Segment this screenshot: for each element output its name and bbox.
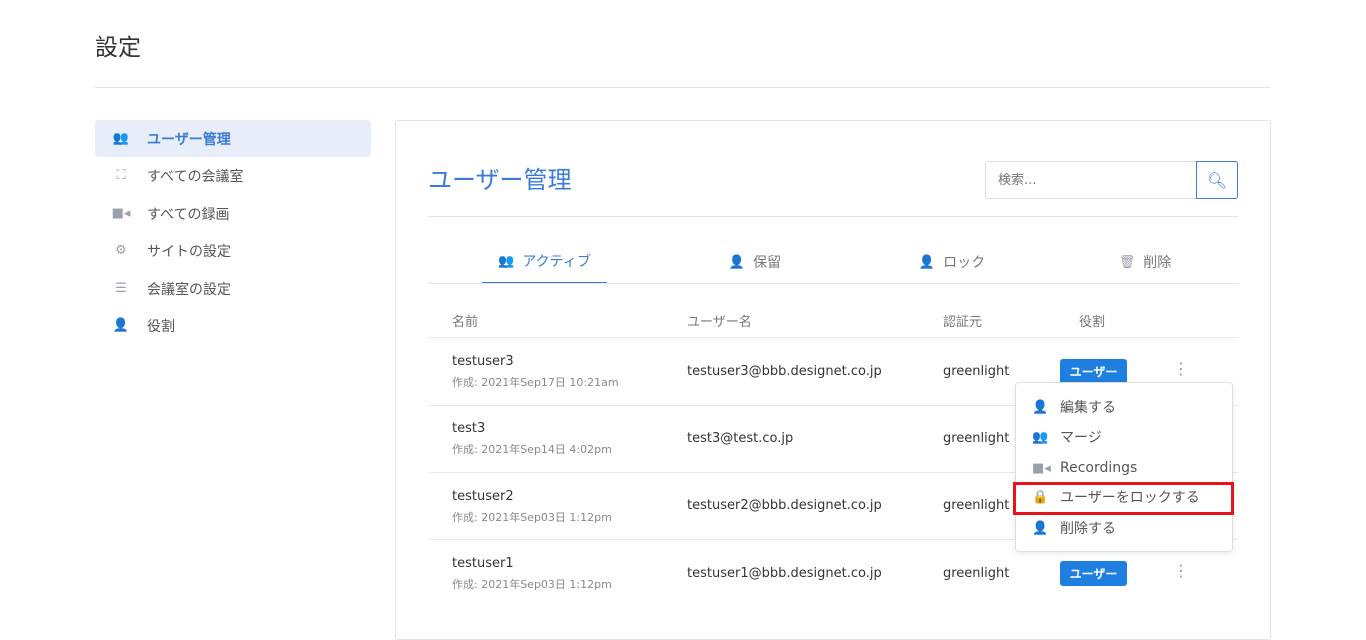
- menu-item-label: Recordings: [1060, 460, 1138, 476]
- divider: [95, 87, 1270, 88]
- column-header-username: ユーザー名: [687, 315, 752, 330]
- users-icon: 👥: [498, 253, 515, 269]
- user-name: testuser1: [452, 556, 514, 571]
- sidebar-item-all-recordings[interactable]: ■◂ すべての録画: [95, 195, 371, 232]
- tab-label: ロック: [943, 255, 986, 271]
- created-date: 作成: 2021年Sep17日 10:21am: [452, 376, 619, 389]
- tab-pending[interactable]: 👤 保留: [700, 240, 810, 284]
- sidebar-item-label: サイトの設定: [147, 243, 231, 260]
- created-date: 作成: 2021年Sep03日 1:12pm: [452, 578, 612, 591]
- menu-item-label: 削除する: [1060, 521, 1116, 537]
- search-button[interactable]: 🔍︎: [1196, 161, 1238, 199]
- divider: [428, 283, 1238, 284]
- menu-item-edit[interactable]: 👤 編集する: [1032, 392, 1116, 422]
- column-header-provider: 認証元: [943, 315, 983, 330]
- sidebar-item-label: すべての録画: [147, 206, 230, 223]
- provider: greenlight: [943, 364, 1010, 379]
- trash-icon: 🗑: [1118, 254, 1136, 270]
- user-clock-icon: 👤: [728, 254, 746, 270]
- menu-item-label: 編集する: [1060, 400, 1116, 416]
- users-icon: 👥: [112, 131, 130, 146]
- menu-item-label: マージ: [1060, 430, 1102, 446]
- username: testuser2@bbb.designet.co.jp: [687, 498, 882, 513]
- sidebar-item-label: すべての会議室: [147, 168, 244, 185]
- sidebar-item-label: ユーザー管理: [147, 131, 231, 148]
- table-row: testuser1 作成: 2021年Sep03日 1:12pm: [452, 556, 612, 592]
- table-row: testuser2 作成: 2021年Sep03日 1:12pm: [452, 489, 612, 525]
- user-edit-icon: 👤: [1032, 399, 1049, 415]
- highlight-box: [1013, 482, 1234, 515]
- created-date: 作成: 2021年Sep14日 4:02pm: [452, 443, 612, 456]
- sliders-icon: ☰: [115, 281, 127, 296]
- divider: [428, 337, 1238, 338]
- user-name: testuser2: [452, 489, 514, 504]
- sidebar-item-roles[interactable]: 👤 役割: [95, 307, 371, 344]
- sidebar-item-label: 会議室の設定: [147, 281, 231, 298]
- sidebar-item-all-rooms[interactable]: ⛶ すべての会議室: [95, 157, 371, 194]
- tab-label: アクティブ: [522, 254, 591, 270]
- divider: [428, 216, 1238, 217]
- sidebar-item-user-management[interactable]: 👥 ユーザー管理: [95, 120, 371, 157]
- tab-active[interactable]: 👥 アクティブ: [482, 240, 607, 284]
- user-minus-icon: 👤: [1032, 520, 1049, 536]
- user-actions-menu: 👤 編集する 👥 マージ ■◂ Recordings 🔒 ユーザーをロックする 👤 削除す…: [1015, 382, 1233, 552]
- menu-item-delete[interactable]: 👤 削除する: [1032, 513, 1116, 543]
- video-icon: ■◂: [111, 206, 131, 221]
- user-tag-icon: 👤: [112, 318, 130, 333]
- role-badge: ユーザー: [1060, 359, 1127, 384]
- cogs-icon: ⚙: [115, 243, 127, 258]
- search-icon: 🔍︎: [1206, 170, 1228, 190]
- tab-label: 保留: [753, 255, 782, 271]
- username: test3@test.co.jp: [687, 431, 794, 446]
- provider: greenlight: [943, 498, 1010, 513]
- section-heading: ユーザー管理: [428, 166, 572, 194]
- created-date: 作成: 2021年Sep03日 1:12pm: [452, 511, 612, 524]
- search-input[interactable]: [985, 161, 1197, 199]
- table-row: test3 作成: 2021年Sep14日 4:02pm: [452, 421, 612, 457]
- role-badge: ユーザー: [1060, 561, 1127, 586]
- sidebar-item-room-settings[interactable]: ☰ 会議室の設定: [95, 270, 371, 307]
- users-icon: 👥: [1032, 429, 1049, 445]
- page-title: 設定: [95, 35, 141, 61]
- more-options-icon[interactable]: ⋮: [1173, 563, 1189, 579]
- username: testuser3@bbb.designet.co.jp: [687, 364, 882, 379]
- user-times-icon: 👤: [918, 254, 936, 270]
- menu-item-recordings[interactable]: ■◂ Recordings: [1032, 453, 1137, 483]
- tab-locked[interactable]: 👤 ロック: [897, 240, 1007, 284]
- sidebar-item-site-settings[interactable]: ⚙ サイトの設定: [95, 232, 371, 269]
- user-name: test3: [452, 421, 486, 436]
- tab-deleted[interactable]: 🗑 削除: [1090, 240, 1200, 284]
- binoculars-icon: ⛶: [116, 168, 126, 183]
- table-row: testuser3 作成: 2021年Sep17日 10:21am: [452, 354, 619, 390]
- username: testuser1@bbb.designet.co.jp: [687, 566, 882, 581]
- tab-label: 削除: [1143, 255, 1172, 271]
- column-header-role: 役割: [1079, 315, 1106, 330]
- sidebar-item-label: 役割: [147, 318, 175, 335]
- provider: greenlight: [943, 431, 1010, 446]
- provider: greenlight: [943, 566, 1010, 581]
- video-icon: ■◂: [1032, 460, 1051, 476]
- more-options-icon[interactable]: ⋮: [1173, 361, 1189, 377]
- user-name: testuser3: [452, 354, 514, 369]
- menu-item-merge[interactable]: 👥 マージ: [1032, 422, 1102, 452]
- column-header-name: 名前: [452, 315, 479, 330]
